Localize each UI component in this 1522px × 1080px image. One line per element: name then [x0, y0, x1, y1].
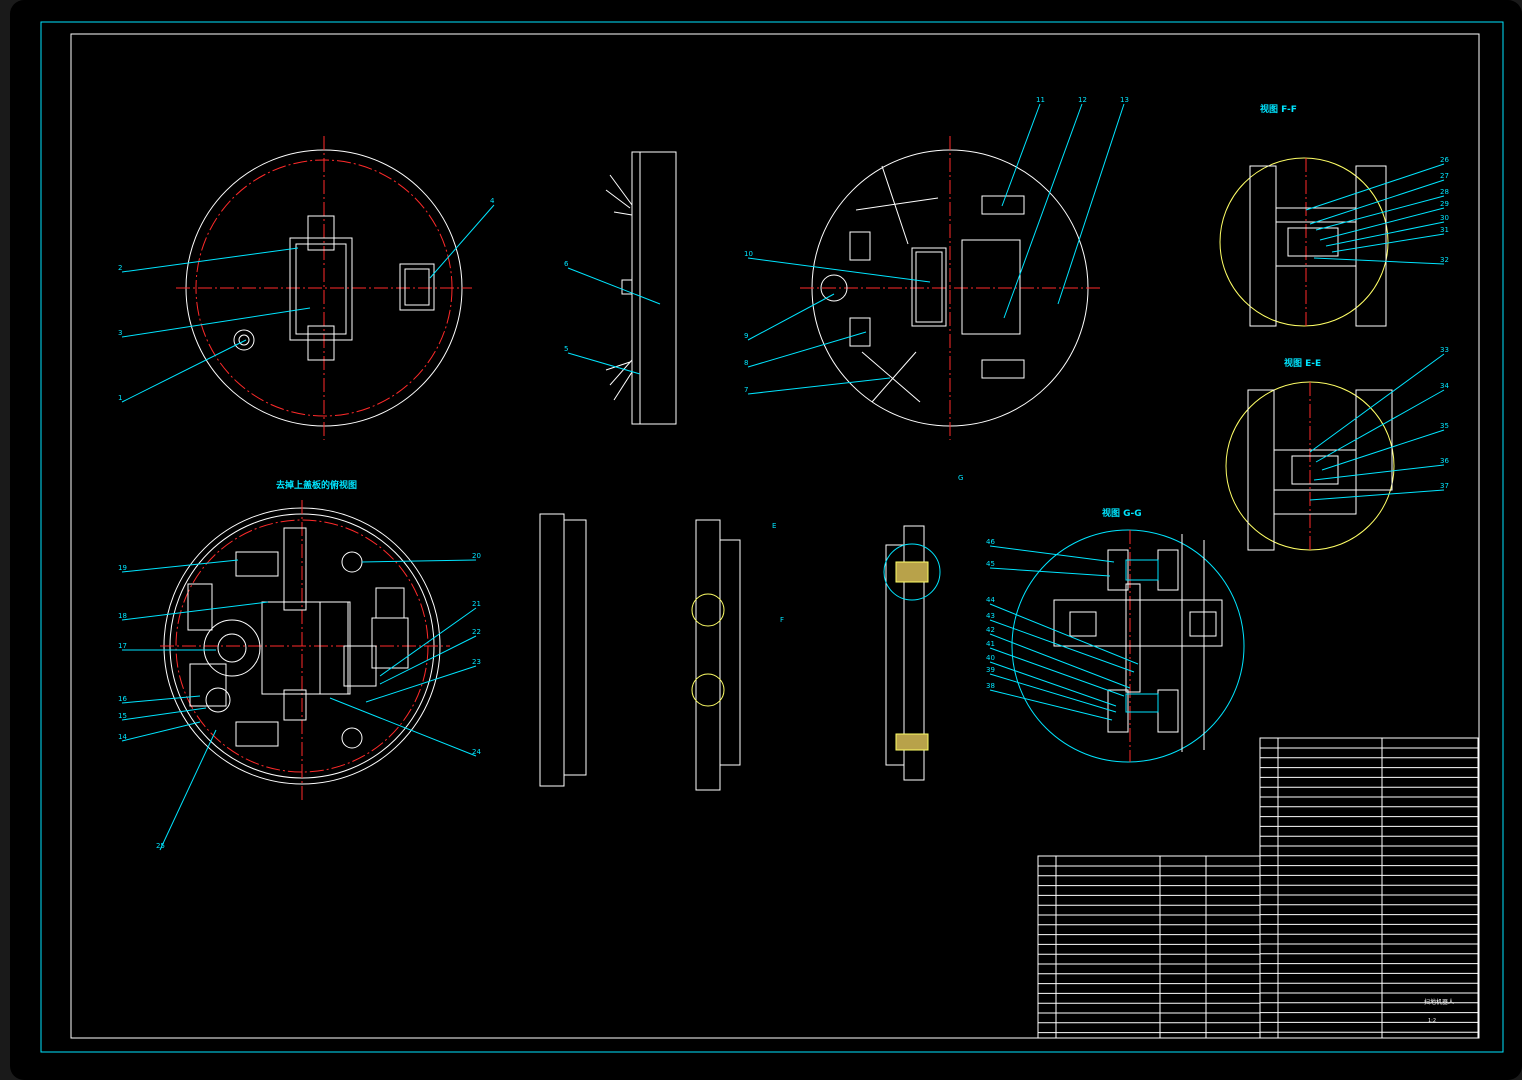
callout-label-16: 16 — [118, 695, 127, 703]
leader-line-19 — [121, 559, 239, 573]
leader-line-18 — [121, 601, 269, 621]
inner-frame — [70, 33, 1480, 1039]
callout-label-29: 29 — [1440, 200, 1449, 208]
side-view-1 — [605, 151, 677, 425]
callout-label-12: 12 — [1078, 96, 1087, 104]
leader-line-33 — [1309, 353, 1445, 453]
leader-line-2 — [121, 247, 299, 273]
callout-label-23: 23 — [472, 658, 481, 666]
callout-label-20: 20 — [472, 552, 481, 560]
view-ee-title: 视图 E-E — [1284, 357, 1321, 369]
leader-line-6 — [567, 267, 661, 305]
callout-label-1: 1 — [118, 394, 122, 402]
leader-line-1 — [121, 339, 247, 403]
leader-line-3 — [121, 307, 311, 338]
callout-label-45: 45 — [986, 560, 995, 568]
callout-label-24: 24 — [472, 748, 481, 756]
top-view — [176, 136, 472, 440]
leader-line-24 — [329, 697, 477, 757]
bottom-view — [800, 136, 1102, 440]
callout-label-26: 26 — [1440, 156, 1449, 164]
leader-line-23 — [365, 665, 477, 703]
callout-label-5: 5 — [564, 345, 568, 353]
leader-line-13 — [1057, 103, 1125, 305]
callout-label-4: 4 — [490, 197, 495, 205]
top-section-title: 去掉上盖板的俯视图 — [276, 479, 357, 491]
section-mark-g: G — [958, 474, 963, 482]
leader-line-14 — [121, 721, 201, 742]
callout-label-2: 2 — [118, 264, 122, 272]
view-ee — [1225, 381, 1395, 551]
leader-line-4 — [429, 204, 495, 279]
callout-label-17: 17 — [118, 642, 127, 650]
callout-label-46: 46 — [986, 538, 995, 546]
callout-label-41: 41 — [986, 640, 995, 648]
view-ff — [1219, 157, 1389, 327]
view-ff-title: 视图 F-F — [1260, 103, 1297, 115]
callout-label-19: 19 — [118, 564, 127, 572]
leader-line-36 — [1313, 464, 1445, 481]
leader-line-45 — [989, 567, 1111, 577]
callout-label-38: 38 — [986, 682, 995, 690]
leader-line-15 — [121, 707, 207, 721]
leader-line-20 — [361, 559, 477, 563]
leader-line-32 — [1313, 257, 1445, 265]
section-mark-f: F — [780, 616, 784, 624]
callout-label-33: 33 — [1440, 346, 1449, 354]
callout-label-37: 37 — [1440, 482, 1449, 490]
callout-label-44: 44 — [986, 596, 995, 604]
callout-label-43: 43 — [986, 612, 995, 620]
callout-label-7: 7 — [744, 386, 748, 394]
callout-label-32: 32 — [1440, 256, 1449, 264]
leader-line-37 — [1309, 489, 1445, 501]
callout-label-42: 42 — [986, 626, 995, 634]
leader-line-25 — [159, 729, 217, 851]
callout-label-31: 31 — [1440, 226, 1449, 234]
leader-line-41 — [989, 647, 1125, 697]
view-gg-title: 视图 G-G — [1102, 507, 1142, 519]
callout-label-3: 3 — [118, 329, 122, 337]
cad-drawing: 1234567891011 12 1314151617181920212223242… — [40, 21, 1504, 1053]
callout-label-13: 13 — [1120, 96, 1129, 104]
leader-line-39 — [989, 673, 1117, 713]
leader-line-11 — [1001, 103, 1041, 207]
title-block-name: 扫地机器人 — [1424, 998, 1454, 1006]
callout-label-28: 28 — [1440, 188, 1449, 196]
callout-label-9: 9 — [744, 332, 748, 340]
callout-label-15: 15 — [118, 712, 127, 720]
leader-line-8 — [747, 331, 867, 368]
callout-label-22: 22 — [472, 628, 481, 636]
section-mark-e: E — [772, 522, 776, 530]
view-gg — [1011, 529, 1245, 763]
callout-label-27: 27 — [1440, 172, 1449, 180]
callout-label-18: 18 — [118, 612, 127, 620]
leader-line-9 — [747, 293, 835, 341]
parts-list-rows — [1038, 747, 1478, 1034]
leader-line-12 — [1003, 103, 1083, 319]
callout-label-6: 6 — [564, 260, 569, 268]
leader-line-46 — [989, 545, 1115, 563]
callout-label-35: 35 — [1440, 422, 1449, 430]
section-views — [539, 513, 941, 791]
title-block-scale: 1:2 — [1428, 1018, 1436, 1024]
callout-label-10: 10 — [744, 250, 753, 258]
callout-label-40: 40 — [986, 654, 995, 662]
callout-label-36: 36 — [1440, 457, 1449, 465]
callout-label-30: 30 — [1440, 214, 1449, 222]
leader-line-10 — [747, 257, 931, 283]
leader-line-7 — [747, 377, 891, 395]
callout-label-34: 34 — [1440, 382, 1449, 390]
callout-label-21: 21 — [472, 600, 481, 608]
callout-label-11: 11 — [1036, 96, 1045, 104]
drawing-sheet: 1 2 3 4 5 6 7 8 9 10 11 12 13 14 15 16 17 18 19 20 21 22 23 24 2… — [10, 0, 1522, 1080]
leader-line-40 — [989, 661, 1117, 707]
callout-label-39: 39 — [986, 666, 995, 674]
callout-label-25: 25 — [156, 842, 165, 850]
callout-label-14: 14 — [118, 733, 127, 741]
callout-label-8: 8 — [744, 359, 748, 367]
